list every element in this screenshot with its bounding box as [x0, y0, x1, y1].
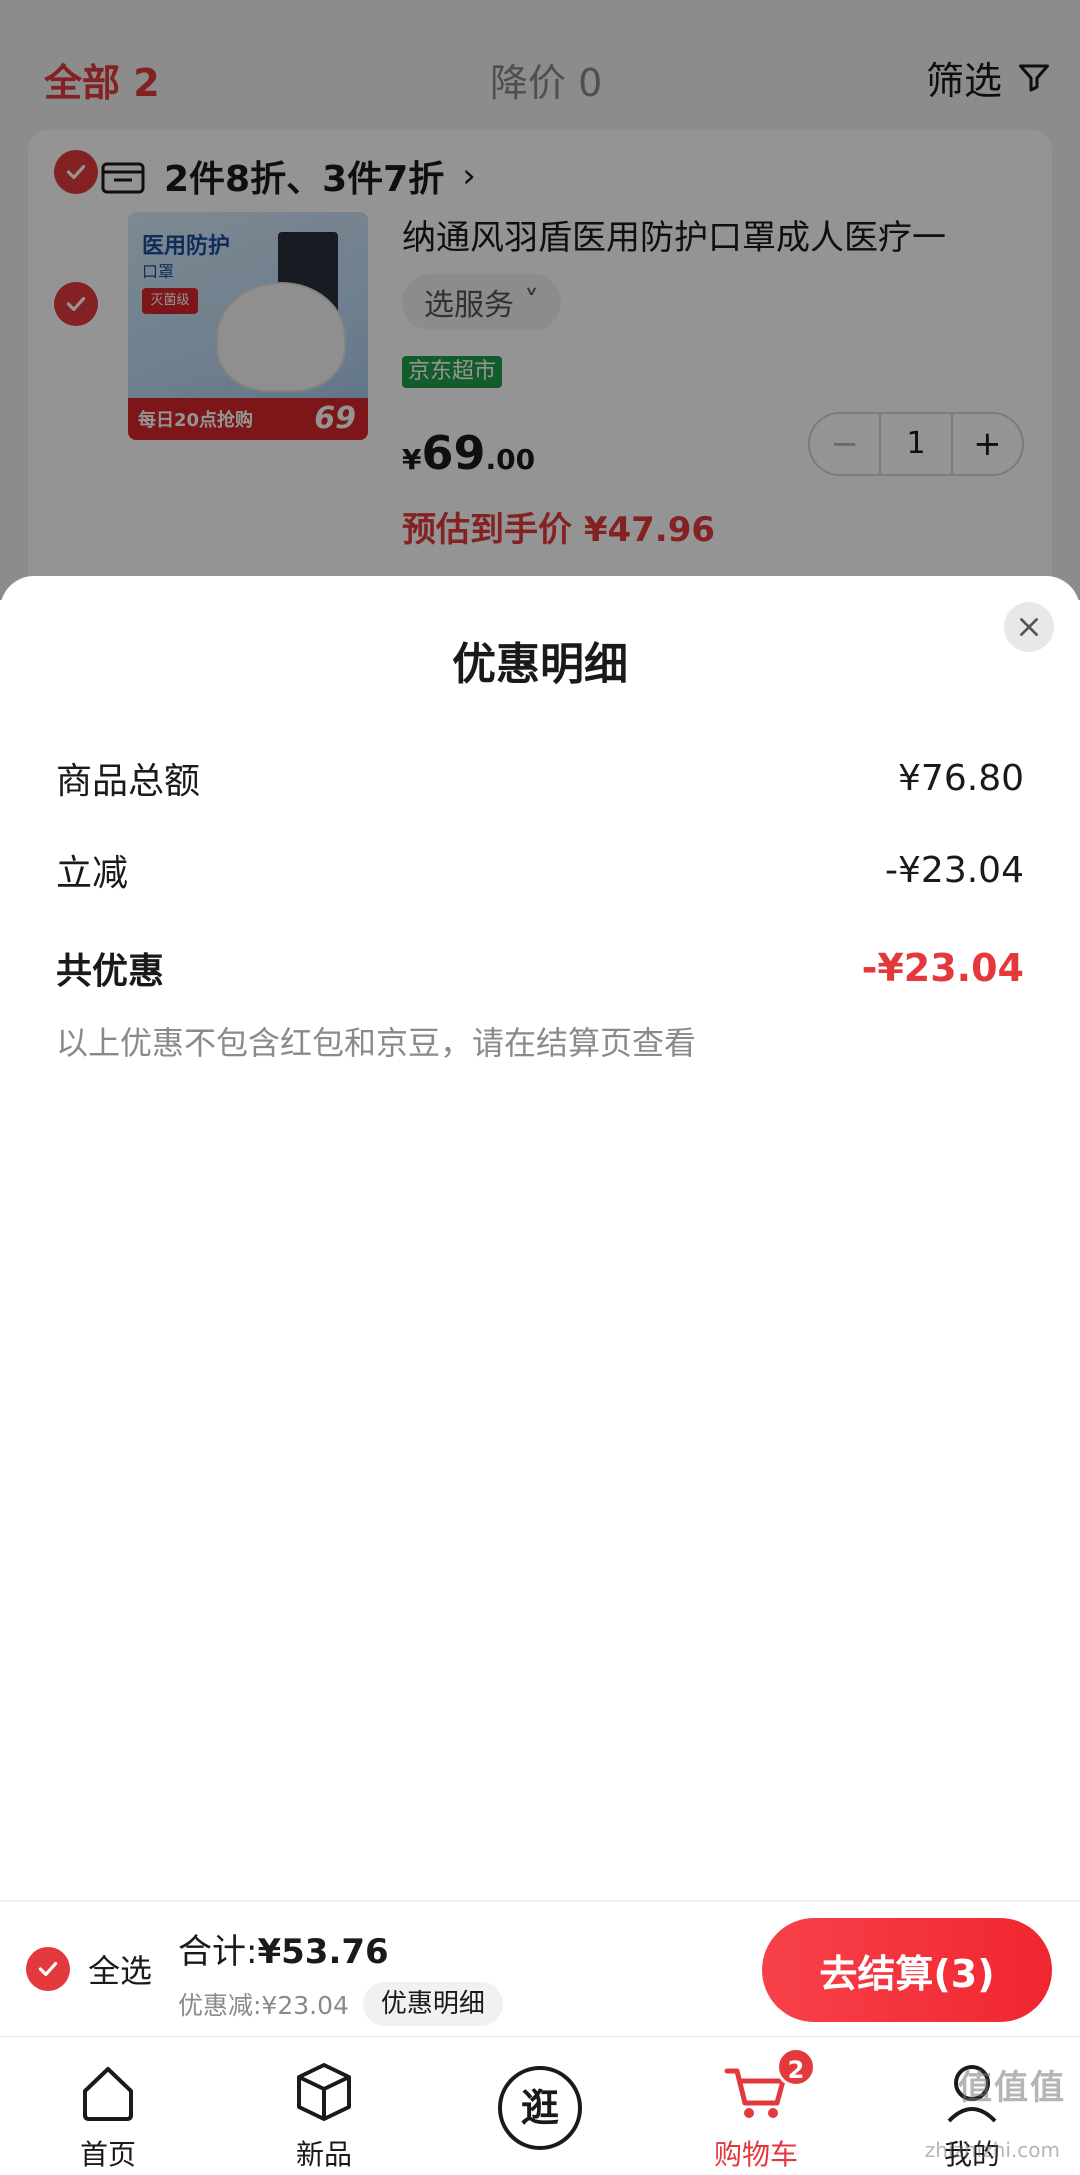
total-sum: 合计:¥53.76 [178, 1924, 389, 1973]
tab-new-label: 新品 [295, 2138, 352, 2171]
select-all[interactable]: 全选 [26, 1946, 152, 1992]
discount-detail-sheet: 优惠明细 商品总额 ¥76.80 立减 -¥23.04 共优惠 -¥23.04 … [0, 576, 1080, 1900]
discount-text: 优惠减:¥23.04 [178, 1991, 349, 2020]
tab-home-label: 首页 [79, 2138, 136, 2171]
checkout-bar: 全选 合计:¥53.76 优惠减:¥23.04 优惠明细 去结算(3) [0, 1900, 1080, 2036]
sheet-title: 优惠明细 [452, 639, 628, 690]
row-goods-total: 商品总额 ¥76.80 [56, 752, 1024, 804]
select-all-checkbox[interactable] [26, 1947, 70, 1991]
select-all-label: 全选 [88, 1952, 153, 1990]
explore-glyph: 逛 [521, 2086, 559, 2130]
home-icon [83, 2067, 133, 2121]
watermark: 值值值 [958, 2068, 1066, 2108]
cart-badge: 2 [776, 2047, 816, 2087]
tab-new[interactable]: 新品 [216, 2037, 432, 2175]
checkout-button[interactable]: 去结算(3) [762, 1918, 1052, 2022]
bottom-tab-bar: 首页 新品 逛 2 购物车 我的 [0, 2036, 1080, 2175]
close-button[interactable] [1004, 602, 1054, 652]
row-label: 商品总额 [56, 761, 201, 802]
row-value: -¥23.04 [885, 849, 1024, 891]
tab-explore[interactable]: 逛 [432, 2037, 648, 2175]
tab-cart[interactable]: 2 购物车 [648, 2037, 864, 2175]
discount-summary: 优惠减:¥23.04 优惠明细 [178, 1982, 503, 2026]
cube-icon [297, 2063, 351, 2121]
sum-label: 合计: [178, 1932, 258, 1972]
tab-home[interactable]: 首页 [0, 2037, 216, 2175]
discount-detail-pill[interactable]: 优惠明细 [362, 1982, 503, 2026]
modal-overlay[interactable] [0, 0, 1080, 600]
row-value: ¥76.80 [898, 757, 1024, 799]
row-total-discount: 共优惠 -¥23.04 [56, 942, 1024, 994]
discount-note: 以上优惠不包含红包和京豆，请在结算页查看 [56, 1024, 697, 1062]
row-instant-discount: 立减 -¥23.04 [56, 844, 1024, 896]
watermark-url: zhizhizhi.com [924, 2138, 1060, 2162]
sum-value: ¥53.76 [257, 1932, 389, 1972]
explore-icon: 逛 [498, 2066, 582, 2150]
row-label: 立减 [56, 853, 129, 894]
row-label: 共优惠 [56, 951, 165, 992]
check-icon [38, 1961, 58, 1977]
close-icon [1020, 618, 1038, 636]
row-value: -¥23.04 [861, 946, 1024, 990]
tab-cart-label: 购物车 [713, 2138, 798, 2171]
